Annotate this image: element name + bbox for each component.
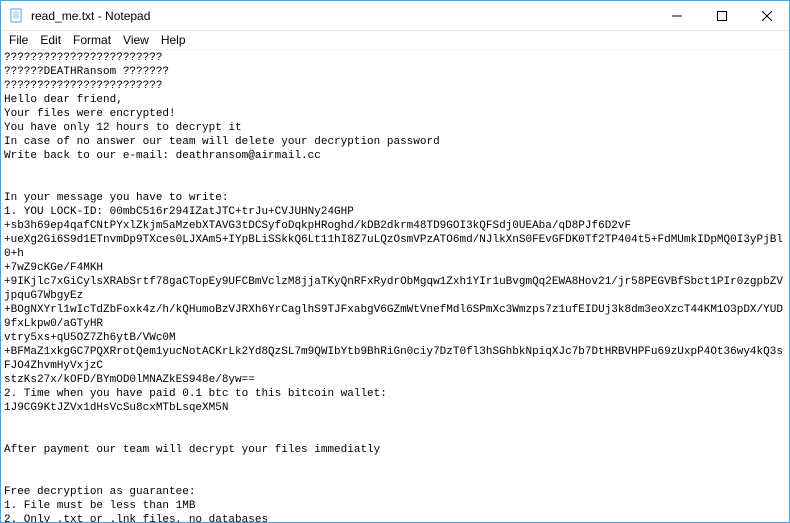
menu-view[interactable]: View	[117, 32, 155, 48]
minimize-button[interactable]	[654, 1, 699, 30]
menu-format[interactable]: Format	[67, 32, 117, 48]
menubar: File Edit Format View Help	[1, 31, 789, 50]
menu-file[interactable]: File	[3, 32, 34, 48]
window-title: read_me.txt - Notepad	[31, 9, 654, 23]
notepad-icon	[9, 8, 25, 24]
window-controls	[654, 1, 789, 30]
close-button[interactable]	[744, 1, 789, 30]
menu-edit[interactable]: Edit	[34, 32, 67, 48]
menu-help[interactable]: Help	[155, 32, 192, 48]
text-editor[interactable]: ???????????????????????? ??????DEATHRans…	[1, 50, 789, 522]
titlebar: read_me.txt - Notepad	[1, 1, 789, 31]
maximize-button[interactable]	[699, 1, 744, 30]
content-area: ???????????????????????? ??????DEATHRans…	[1, 50, 789, 522]
notepad-window: read_me.txt - Notepad File Edit Format V…	[0, 0, 790, 523]
